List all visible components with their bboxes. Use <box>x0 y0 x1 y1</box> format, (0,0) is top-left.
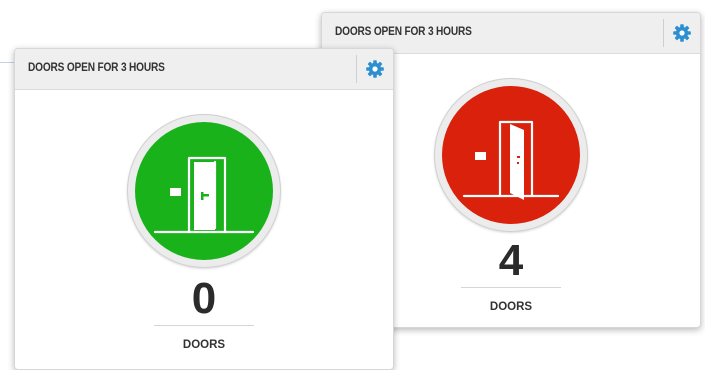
gear-icon <box>366 60 384 78</box>
status-fill <box>442 86 580 224</box>
settings-button[interactable] <box>363 57 387 81</box>
status-indicator <box>434 78 588 232</box>
count-divider <box>461 287 561 288</box>
status-indicator <box>127 114 281 268</box>
widget-title: DOORS OPEN FOR 3 HOURS <box>28 62 165 74</box>
count-unit-label: DOORS <box>182 339 226 351</box>
door-closed-icon <box>153 156 255 234</box>
count-divider <box>154 325 254 326</box>
door-open-icon <box>462 120 560 200</box>
widget-doors-open-green: DOORS OPEN FOR 3 HOURS 0 DOORS <box>14 48 394 370</box>
widget-title: DOORS OPEN FOR 3 HOURS <box>335 26 472 38</box>
header-divider <box>663 19 664 47</box>
status-fill <box>135 122 273 260</box>
widget-header: DOORS OPEN FOR 3 HOURS <box>15 49 393 90</box>
settings-button[interactable] <box>670 21 694 45</box>
gear-icon <box>673 24 691 42</box>
header-divider <box>356 55 357 83</box>
door-count: 0 <box>191 274 217 323</box>
